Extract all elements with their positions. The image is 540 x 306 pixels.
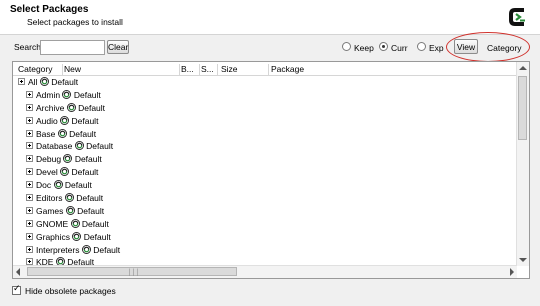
tree-row-label: Doc Default: [36, 180, 92, 191]
curr-radio[interactable]: [379, 42, 388, 51]
tree-row-category[interactable]: Archive Default: [13, 102, 517, 115]
cygwin-logo-icon: [506, 4, 532, 30]
expand-toggle-icon[interactable]: [26, 142, 33, 150]
expand-toggle-icon[interactable]: [26, 194, 33, 202]
tree-row-category[interactable]: Admin Default: [13, 89, 517, 102]
column-package[interactable]: Package: [271, 64, 304, 74]
column-size[interactable]: Size: [221, 64, 238, 74]
install-action-icon[interactable]: [81, 244, 91, 254]
scroll-up-icon[interactable]: [519, 66, 527, 70]
tree-row-label: Audio Default: [36, 115, 99, 126]
tree-row-all[interactable]: All Default: [13, 76, 517, 89]
vertical-scrollbar[interactable]: [516, 62, 529, 266]
expand-toggle-icon[interactable]: [26, 181, 33, 189]
tree-row-category[interactable]: Audio Default: [13, 115, 517, 128]
page-title: Select Packages: [10, 4, 89, 15]
exp-radio[interactable]: [417, 42, 426, 51]
tree-row-label: Database Default: [36, 141, 114, 152]
keep-radio[interactable]: [342, 42, 351, 51]
tree-row-category[interactable]: Graphics Default: [13, 231, 517, 244]
scroll-left-icon[interactable]: [16, 268, 20, 276]
tree-row-label: Interpreters Default: [36, 244, 121, 255]
expand-toggle-icon[interactable]: [26, 219, 33, 227]
page-subtitle: Select packages to install: [27, 17, 123, 27]
tree-row-label: Archive Default: [36, 102, 106, 113]
tree-row-label: Debug Default: [36, 154, 102, 165]
column-category[interactable]: Category: [18, 64, 53, 74]
expand-toggle-icon[interactable]: [26, 129, 33, 137]
tree-row-label: Editors Default: [36, 193, 104, 204]
tree-row-label: Admin Default: [36, 89, 101, 100]
grip-icon: │││: [128, 270, 140, 276]
column-new[interactable]: New: [64, 64, 81, 74]
tree-row-label: Games Default: [36, 205, 105, 216]
tree-row-label: Base Default: [36, 128, 97, 139]
expand-toggle-icon[interactable]: [26, 232, 33, 240]
tree-row-category[interactable]: Devel Default: [13, 166, 517, 179]
expand-toggle-icon[interactable]: [18, 78, 25, 85]
column-header: Category New B... S... Size Package: [13, 62, 517, 76]
expand-toggle-icon[interactable]: [26, 116, 33, 124]
tree-row-category[interactable]: Games Default: [13, 205, 517, 218]
install-action-icon[interactable]: [72, 231, 82, 241]
install-action-icon[interactable]: [60, 115, 70, 125]
tree-row-label: Graphics Default: [36, 231, 111, 242]
tree-row-label: All Default: [28, 77, 79, 87]
install-action-icon[interactable]: [63, 154, 73, 164]
expand-toggle-icon[interactable]: [26, 245, 33, 253]
install-action-icon[interactable]: [53, 180, 63, 190]
exp-radio-label[interactable]: Exp: [429, 43, 444, 53]
view-button[interactable]: View: [454, 39, 478, 54]
package-toolbar: Search Clear Keep Curr Exp View Category: [0, 38, 540, 58]
column-divider[interactable]: [179, 64, 180, 75]
expand-toggle-icon[interactable]: [26, 155, 33, 163]
tree-row-label: Devel Default: [36, 167, 99, 178]
column-src[interactable]: S...: [201, 64, 214, 74]
column-divider[interactable]: [268, 64, 269, 75]
tree-row-category[interactable]: GNOME Default: [13, 218, 517, 231]
view-mode-label: Category: [487, 43, 522, 53]
install-action-icon[interactable]: [39, 77, 49, 86]
tree-row-label: GNOME Default: [36, 218, 109, 229]
tree-row-category[interactable]: Interpreters Default: [13, 244, 517, 257]
install-action-icon[interactable]: [65, 205, 75, 215]
install-action-icon[interactable]: [60, 167, 70, 177]
search-label: Search: [14, 42, 41, 52]
tree-row-category[interactable]: Editors Default: [13, 192, 517, 205]
horizontal-scrollbar[interactable]: │││: [13, 265, 517, 278]
install-action-icon[interactable]: [64, 193, 74, 203]
hide-obsolete-label[interactable]: Hide obsolete packages: [25, 286, 116, 296]
expand-toggle-icon[interactable]: [26, 206, 33, 214]
search-input[interactable]: [40, 40, 105, 55]
install-action-icon[interactable]: [62, 89, 72, 99]
install-action-icon[interactable]: [74, 141, 84, 151]
category-tree: All Default Admin Default Archive Default…: [13, 76, 517, 269]
install-action-icon[interactable]: [66, 102, 76, 112]
expand-toggle-icon[interactable]: [26, 103, 33, 111]
expand-toggle-icon[interactable]: [26, 168, 33, 176]
column-bin[interactable]: B...: [181, 64, 194, 74]
scroll-right-icon[interactable]: [510, 268, 514, 276]
install-action-icon[interactable]: [57, 128, 67, 138]
clear-button[interactable]: Clear: [107, 40, 129, 54]
wizard-header: Select Packages Select packages to insta…: [0, 0, 540, 35]
expand-toggle-icon[interactable]: [26, 90, 33, 98]
tree-row-category[interactable]: Doc Default: [13, 179, 517, 192]
keep-radio-label[interactable]: Keep: [354, 43, 374, 53]
column-divider[interactable]: [199, 64, 200, 75]
horizontal-scroll-thumb[interactable]: │││: [27, 267, 237, 276]
package-list: Category New B... S... Size Package All …: [12, 61, 530, 279]
scroll-down-icon[interactable]: [519, 258, 527, 262]
install-action-icon[interactable]: [70, 218, 80, 228]
tree-row-category[interactable]: Database Default: [13, 140, 517, 153]
vertical-scroll-thumb[interactable]: [518, 76, 527, 140]
hide-obsolete-checkbox[interactable]: [12, 284, 21, 295]
column-divider[interactable]: [217, 64, 218, 75]
tree-row-category[interactable]: Debug Default: [13, 153, 517, 166]
column-divider[interactable]: [62, 64, 63, 75]
curr-radio-label[interactable]: Curr: [391, 43, 408, 53]
tree-row-category[interactable]: Base Default: [13, 128, 517, 141]
